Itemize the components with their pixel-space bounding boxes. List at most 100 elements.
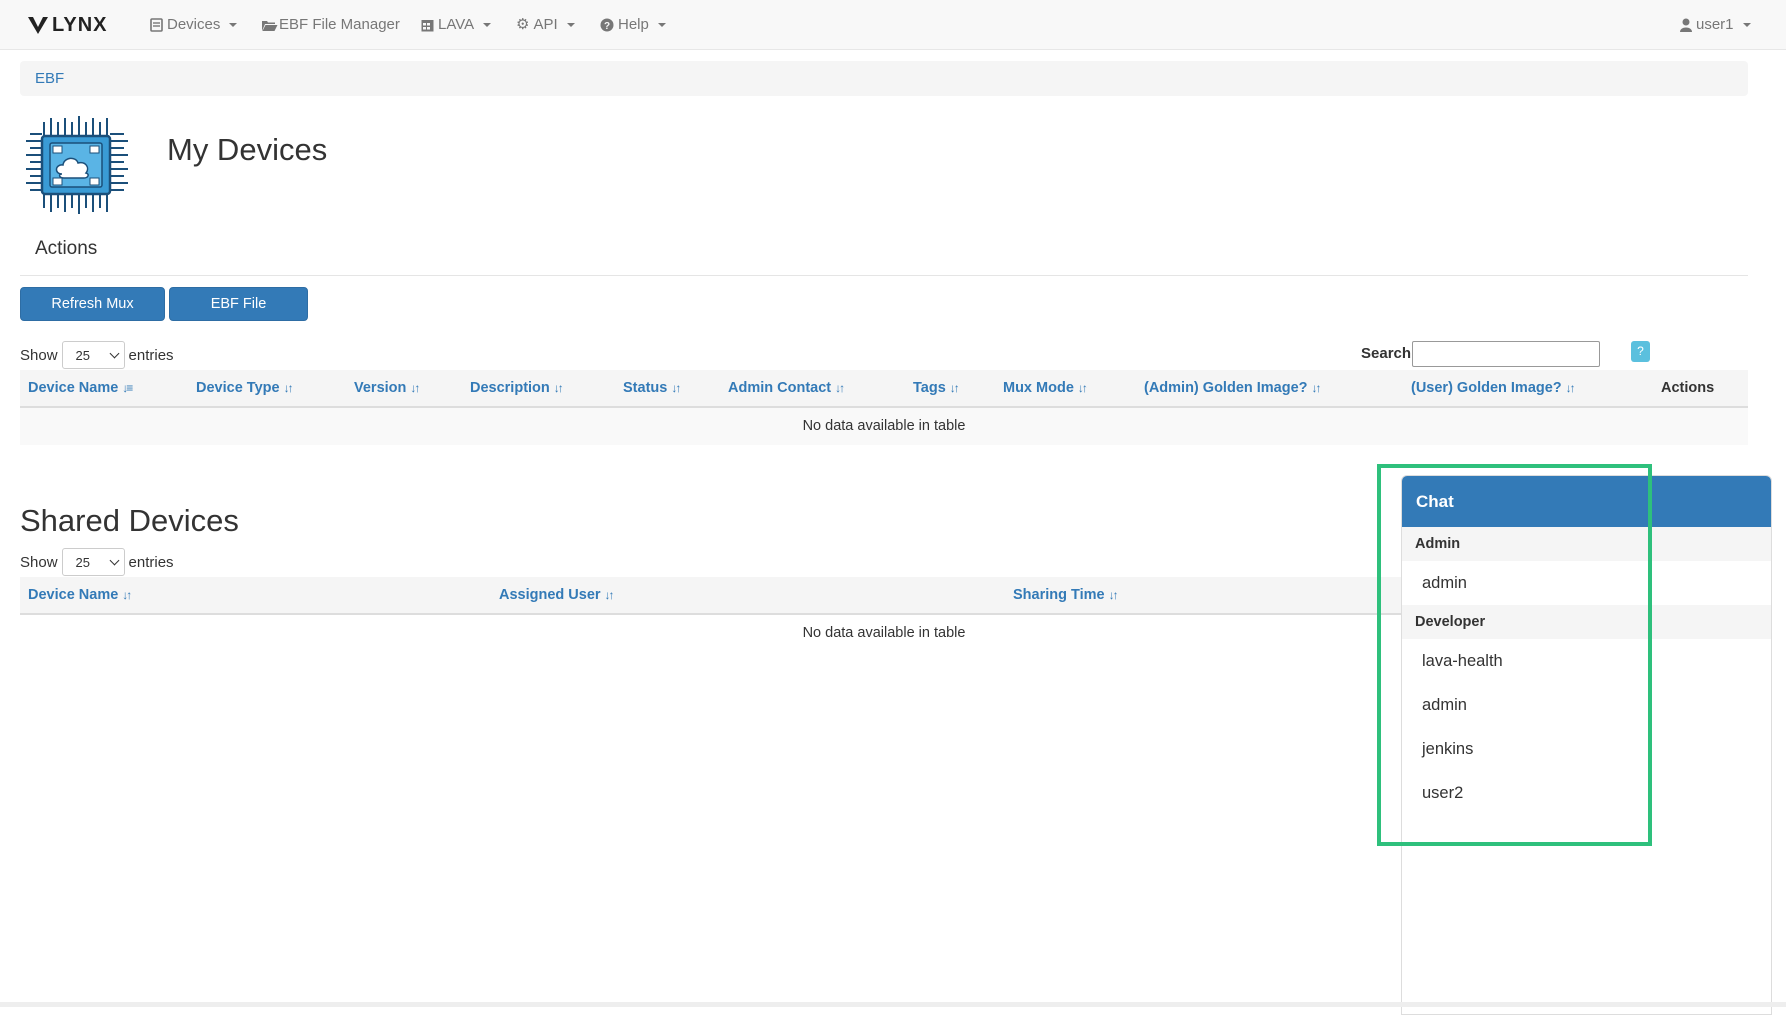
th-mux-mode[interactable]: Mux Mode ↓↑ [1003, 370, 1088, 406]
nav-devices[interactable]: Devices [150, 0, 238, 50]
shared-devices-title: Shared Devices [20, 503, 239, 538]
help-button[interactable]: ? [1631, 341, 1650, 362]
my-devices-length-control: Show 25 entries [20, 341, 174, 369]
chevron-down-icon [109, 348, 119, 358]
th-sharing-time[interactable]: Sharing Time ↓↑ [1013, 577, 1119, 613]
svg-text:?: ? [604, 21, 610, 32]
th-assigned-user[interactable]: Assigned User ↓↑ [499, 577, 615, 613]
chat-panel: Chat Admin admin Developer lava-health a… [1401, 475, 1772, 1015]
th-status[interactable]: Status ↓↑ [623, 370, 681, 406]
nav-help-label: Help [618, 16, 649, 33]
user-icon [1680, 18, 1692, 32]
th-label: (User) Golden Image? [1411, 380, 1562, 396]
sort-icon: ↓↑ [835, 381, 845, 395]
sort-icon: ↓↑ [283, 381, 294, 395]
th-device-name[interactable]: Device Name ↓≡ [28, 370, 133, 406]
nav-api-label: API [533, 16, 558, 33]
actions-heading: Actions [35, 238, 98, 259]
sort-icon: ↓↑ [1108, 588, 1119, 602]
th-label: Status [623, 380, 668, 396]
chevron-down-icon [229, 23, 238, 27]
sort-icon: ↓↑ [122, 588, 132, 602]
th-label: Device Name [28, 380, 119, 396]
th-actions: Actions [1661, 380, 1715, 396]
my-devices-table-header: Device Name ↓≡ Device Type ↓↑ Version ↓↑ De… [20, 370, 1748, 408]
th-version[interactable]: Version ↓↑ [354, 370, 420, 406]
page-title: My Devices [167, 132, 328, 167]
brand-logo[interactable]: LYNX [27, 13, 108, 37]
th-label: Admin Contact [728, 380, 832, 396]
lynx-v-icon [28, 17, 48, 34]
sort-icon: ↓↑ [1077, 381, 1088, 395]
calendar-icon [421, 18, 434, 32]
chat-user[interactable]: admin [1402, 683, 1771, 727]
gear-icon: ⚙ [516, 16, 530, 33]
th-label: Device Name [28, 587, 119, 603]
th-label: (Admin) Golden Image? [1144, 380, 1308, 396]
chevron-down-icon [566, 23, 575, 27]
sort-icon: ↓↑ [553, 381, 564, 395]
th-label: Assigned User [499, 587, 601, 603]
devices-icon [150, 18, 163, 32]
show-label: Show [20, 346, 58, 364]
chat-header[interactable]: Chat [1402, 476, 1771, 527]
brand-text: LYNX [52, 13, 108, 36]
chat-user[interactable]: admin [1402, 561, 1771, 605]
nav-ebf-file-manager[interactable]: EBF File Manager [261, 0, 400, 50]
sort-icon: ↓↑ [604, 588, 615, 602]
entries-select-value: 25 [75, 554, 90, 570]
sort-asc-icon: ↓≡ [122, 381, 133, 395]
sort-icon: ↓↑ [1565, 381, 1576, 395]
my-devices-empty-row: No data available in table [20, 408, 1748, 445]
th-admin-contact[interactable]: Admin Contact ↓↑ [728, 370, 845, 406]
bottom-border [0, 1002, 1786, 1007]
chevron-down-icon [657, 23, 666, 27]
nav-api[interactable]: ⚙ API [516, 0, 575, 50]
chevron-down-icon [109, 555, 119, 565]
top-navbar: LYNX Devices EBF File Manager LAVA ⚙ API… [0, 0, 1786, 50]
chip-cloud-icon [24, 112, 130, 218]
chat-user[interactable]: user2 [1402, 771, 1771, 815]
th-device-name[interactable]: Device Name ↓↑ [28, 577, 132, 613]
breadcrumb: EBF [20, 61, 1748, 96]
show-label: Show [20, 553, 58, 571]
th-admin-golden-image[interactable]: (Admin) Golden Image? ↓↑ [1144, 370, 1322, 406]
chevron-down-icon [483, 23, 492, 27]
th-device-type[interactable]: Device Type ↓↑ [196, 370, 294, 406]
chat-user[interactable]: jenkins [1402, 727, 1771, 771]
refresh-mux-mode-button[interactable]: Refresh Mux Mode [20, 287, 165, 344]
th-description[interactable]: Description ↓↑ [470, 370, 564, 406]
sort-icon: ↓↑ [949, 381, 960, 395]
chevron-down-icon [1742, 23, 1751, 27]
entries-select[interactable]: 25 [61, 548, 125, 576]
question-circle-icon: ? [600, 18, 614, 32]
th-label: Mux Mode [1003, 380, 1074, 396]
search-label: Search [1361, 345, 1412, 362]
nav-user-label: user1 [1696, 16, 1734, 33]
th-label: Device Type [196, 380, 280, 396]
nav-lava[interactable]: LAVA [421, 0, 492, 50]
th-label: Sharing Time [1013, 587, 1105, 603]
search-input[interactable] [1412, 341, 1600, 367]
divider [20, 275, 1748, 276]
shared-devices-length-control: Show 25 entries [20, 548, 174, 576]
entries-select-value: 25 [75, 347, 90, 363]
chat-user[interactable]: lava-health [1402, 639, 1771, 683]
sort-icon: ↓↑ [671, 381, 681, 395]
sort-icon: ↓↑ [410, 381, 420, 395]
entries-select[interactable]: 25 [61, 341, 125, 369]
entries-label: entries [128, 346, 174, 364]
th-label: Tags [913, 380, 946, 396]
nav-ebf-label: EBF File Manager [279, 16, 400, 33]
nav-devices-label: Devices [167, 16, 221, 33]
th-user-golden-image[interactable]: (User) Golden Image? ↓↑ [1411, 370, 1576, 406]
chat-group-admin: Admin [1402, 527, 1771, 561]
nav-user-menu[interactable]: user1 [1680, 0, 1751, 50]
th-label: Description [470, 380, 550, 396]
nav-help[interactable]: ? Help [600, 0, 666, 50]
breadcrumb-item-ebf[interactable]: EBF [35, 70, 64, 87]
sort-icon: ↓↑ [1311, 381, 1322, 395]
th-tags[interactable]: Tags ↓↑ [913, 370, 960, 406]
ebf-file-manager-button[interactable]: EBF File Manager [169, 287, 308, 344]
chat-group-developer: Developer [1402, 605, 1771, 639]
